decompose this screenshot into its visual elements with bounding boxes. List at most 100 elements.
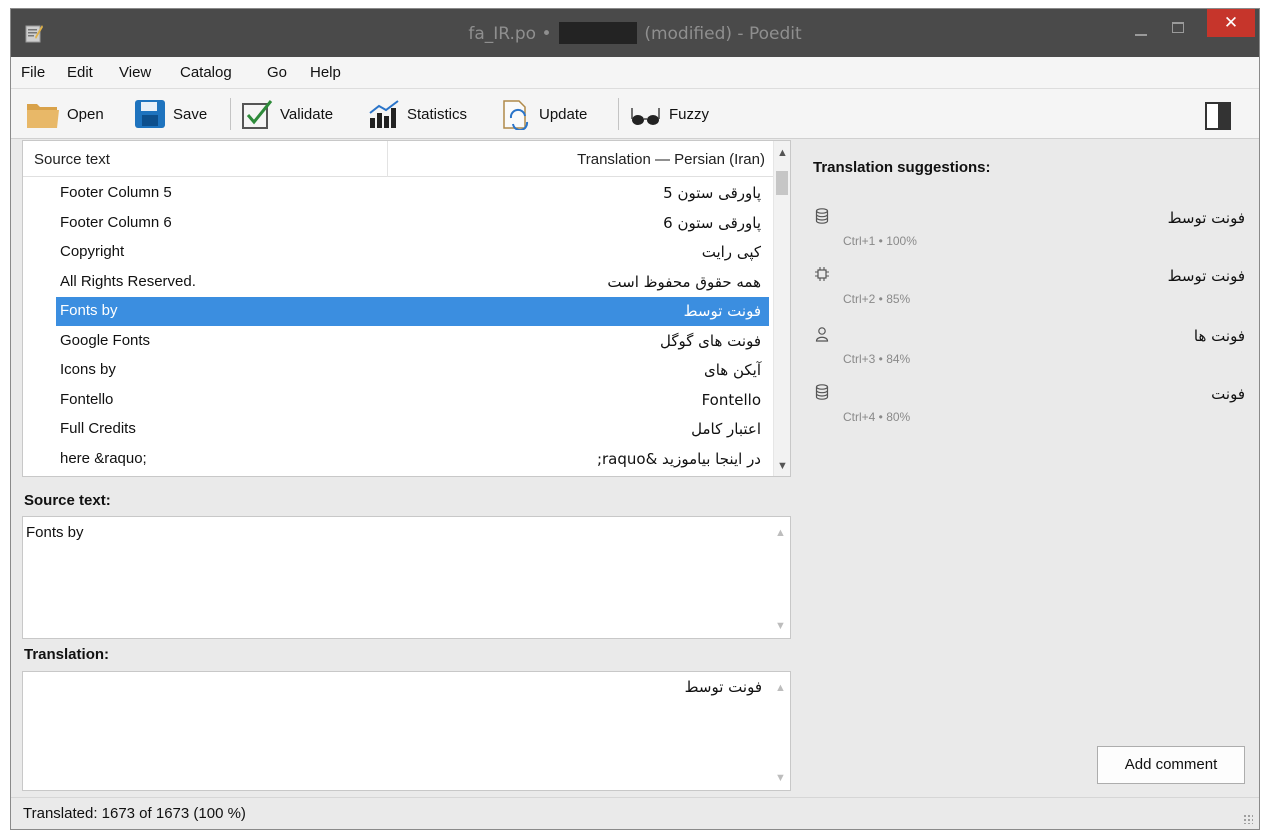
close-button[interactable]: ✕	[1207, 9, 1255, 37]
source-text-label: Source text:	[24, 492, 111, 509]
menu-help[interactable]: Help	[310, 64, 341, 81]
suggestion-meta: Ctrl+3 • 84%	[843, 352, 911, 366]
row-source-text: Fontello	[60, 390, 114, 408]
fuzzy-label: Fuzzy	[669, 105, 710, 123]
translation-text-value: فونت توسط	[684, 678, 762, 696]
translation-label: Translation:	[24, 646, 110, 663]
table-row[interactable]: Footer Column 6 پاورقی ستون 6	[23, 209, 775, 239]
table-row[interactable]: All Rights Reserved. همه حقوق محفوظ است	[23, 268, 775, 298]
menu-bar: File Edit View Catalog Go Help	[11, 57, 1259, 89]
source-text-field[interactable]: Fonts by ▲ ▼	[22, 516, 791, 639]
menu-edit[interactable]: Edit	[67, 64, 93, 81]
translation-list[interactable]: Source text Translation — Persian (Iran)…	[22, 140, 791, 477]
table-row[interactable]: Fonts by فونت توسط	[23, 297, 775, 327]
maximize-button[interactable]	[1170, 17, 1186, 37]
row-translation-text: اعتبار کامل	[691, 420, 761, 438]
table-row[interactable]: Icons by آیکن های	[23, 356, 775, 386]
database-icon	[815, 384, 829, 400]
save-label: Save	[173, 105, 208, 123]
menu-go[interactable]: Go	[267, 64, 287, 81]
translation-suggestions-panel: Translation suggestions: فونت توسط Ctrl+…	[793, 140, 1259, 800]
row-selection-highlight	[56, 297, 769, 326]
statistics-label: Statistics	[407, 105, 468, 123]
add-comment-button[interactable]: Add comment	[1097, 746, 1245, 784]
status-text: Translated: 1673 of 1673 (100 %)	[23, 805, 246, 822]
suggestion-item-1[interactable]: فونت توسط Ctrl+1 • 100%	[793, 208, 1259, 268]
row-source-text: Fonts by	[60, 302, 118, 319]
scroll-up-arrow-icon[interactable]: ▲	[775, 527, 786, 539]
suggestion-text: فونت	[1211, 385, 1245, 403]
statistics-button[interactable]: Statistics	[367, 97, 467, 131]
validate-label: Validate	[280, 105, 334, 123]
suggestion-item-2[interactable]: فونت توسط Ctrl+2 • 85%	[793, 266, 1259, 326]
sidebar-toggle-button[interactable]	[1205, 102, 1231, 130]
table-row[interactable]: Copyright کپی رایت	[23, 238, 775, 268]
title-bar[interactable]: fa_IR.po • (modified) - Poedit ✕	[11, 9, 1259, 57]
suggestion-item-3[interactable]: فونت ها Ctrl+3 • 84%	[793, 326, 1259, 386]
toolbar-separator	[230, 98, 231, 130]
suggestion-meta: Ctrl+4 • 80%	[843, 410, 911, 424]
row-source-text: Full Credits	[60, 420, 136, 437]
row-source-text: Footer Column 6	[60, 213, 172, 231]
table-row[interactable]: Footer Column 5 پاورقی ستون 5	[23, 179, 775, 209]
bar-chart-icon	[369, 100, 399, 128]
row-source-text: Google Fonts	[60, 331, 151, 349]
row-source-text: Icons by	[60, 361, 116, 378]
scroll-up-arrow-icon[interactable]: ▲	[777, 147, 788, 159]
floppy-disk-icon	[135, 100, 165, 128]
translation-text-field[interactable]: فونت توسط ▲ ▼	[22, 671, 791, 791]
toolbar-separator	[618, 98, 619, 130]
list-header: Source text Translation — Persian (Iran)	[23, 141, 775, 177]
scroll-up-arrow-icon[interactable]: ▲	[775, 682, 786, 694]
row-translation-text: همه حقوق محفوظ است	[607, 272, 761, 291]
save-button[interactable]: Save	[133, 97, 207, 131]
glasses-icon	[631, 108, 660, 125]
column-divider[interactable]	[387, 141, 388, 177]
list-scrollbar[interactable]: ▲ ▼	[773, 141, 790, 476]
suggestion-text: فونت توسط	[1167, 267, 1245, 285]
source-text-value: Fonts by	[26, 524, 84, 541]
scroll-down-arrow-icon[interactable]: ▼	[777, 460, 788, 472]
suggestion-meta: Ctrl+2 • 85%	[843, 292, 911, 306]
translation-scrollbar[interactable]: ▲ ▼	[774, 672, 788, 790]
table-row[interactable]: Full Credits اعتبار کامل	[23, 415, 775, 445]
table-row[interactable]: here &raquo; در اینجا بیاموزید &raquo;	[23, 445, 775, 475]
minimize-button[interactable]	[1135, 21, 1151, 41]
window-title-suffix: (modified) - Poedit	[644, 24, 802, 44]
source-scrollbar[interactable]: ▲ ▼	[774, 517, 788, 638]
update-button[interactable]: Update	[499, 97, 587, 131]
open-label: Open	[67, 105, 104, 123]
resize-grip[interactable]	[1243, 814, 1253, 824]
scroll-down-arrow-icon[interactable]: ▼	[775, 772, 786, 784]
row-source-text: here &raquo;	[60, 449, 147, 467]
scrollbar-thumb[interactable]	[776, 171, 788, 195]
checkbox-icon	[242, 100, 273, 129]
row-translation-text: فونت توسط	[683, 302, 761, 320]
menu-file[interactable]: File	[21, 64, 45, 81]
row-translation-text: آیکن های	[703, 361, 761, 379]
row-source-text: All Rights Reserved.	[60, 272, 196, 290]
row-translation-text: پاورقی ستون 5	[663, 184, 761, 202]
column-header-source[interactable]: Source text	[34, 151, 110, 168]
menu-catalog[interactable]: Catalog	[180, 64, 232, 81]
row-translation-text: در اینجا بیاموزید &raquo;	[596, 449, 761, 468]
chip-icon	[815, 267, 829, 281]
window-title-file: fa_IR.po •	[468, 24, 552, 44]
suggestion-text: فونت توسط	[1167, 209, 1245, 227]
window-title: fa_IR.po • (modified) - Poedit	[11, 22, 1259, 44]
suggestion-item-4[interactable]: فونت Ctrl+4 • 80%	[793, 384, 1259, 444]
table-row[interactable]: Google Fonts فونت های گوگل	[23, 327, 775, 357]
database-icon	[815, 208, 829, 224]
row-translation-text: Fontello	[701, 390, 761, 409]
toolbar: Open Save Validate Statistics Update Fuz…	[11, 89, 1259, 139]
scroll-down-arrow-icon[interactable]: ▼	[775, 620, 786, 632]
update-label: Update	[539, 105, 588, 123]
validate-button[interactable]: Validate	[240, 97, 333, 131]
fuzzy-button[interactable]: Fuzzy	[629, 97, 709, 131]
open-button[interactable]: Open	[25, 97, 104, 131]
update-document-icon	[503, 100, 529, 130]
suggestion-meta: Ctrl+1 • 100%	[843, 234, 917, 248]
table-row[interactable]: Fontello Fontello	[23, 386, 775, 416]
menu-view[interactable]: View	[119, 64, 151, 81]
column-header-translation[interactable]: Translation — Persian (Iran)	[577, 151, 765, 168]
